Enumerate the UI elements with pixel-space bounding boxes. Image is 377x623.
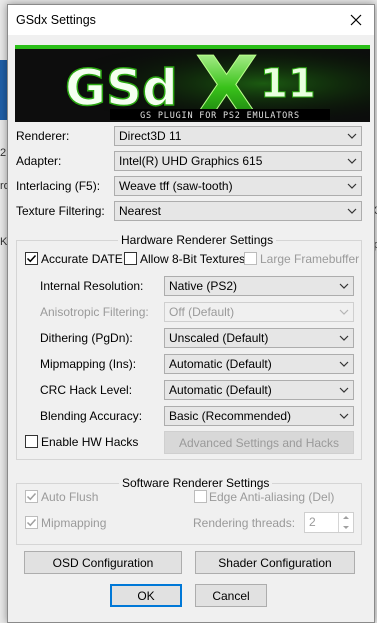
crc-hack-level-value: Automatic (Default) (169, 383, 272, 397)
logo-version-text: 11 (260, 61, 316, 107)
edge-anti-aliasing-checkbox[interactable] (194, 490, 207, 503)
software-renderer-group-title: Software Renderer Settings (119, 476, 273, 490)
accurate-date-label: Accurate DATE (41, 252, 123, 266)
anisotropic-filtering-select[interactable]: Off (Default) (164, 302, 354, 322)
hardware-renderer-group-title: Hardware Renderer Settings (118, 233, 277, 247)
interlacing-value: Weave tff (saw-tooth) (119, 179, 233, 193)
ok-button[interactable]: OK (110, 584, 182, 607)
internal-resolution-label: Internal Resolution: (40, 279, 144, 293)
gsdx-settings-dialog: GSdx Settings GSd X 11 GS PLUGIN FOR PS2… (7, 4, 375, 623)
renderer-select[interactable]: Direct3D 11 (114, 126, 362, 146)
adapter-label: Adapter: (16, 154, 62, 168)
anisotropic-filtering-label: Anisotropic Filtering: (40, 305, 149, 319)
interlacing-select[interactable]: Weave tff (saw-tooth) (114, 176, 362, 196)
gsdx-logo-image: GSd X 11 GS PLUGIN FOR PS2 EMULATORS (15, 45, 370, 122)
chevron-down-icon (339, 283, 349, 289)
hardware-renderer-group (16, 240, 362, 460)
logo-main-text: GSd (65, 59, 178, 117)
chevron-down-icon (339, 309, 349, 315)
gsdx-logo-banner: GSd X 11 GS PLUGIN FOR PS2 EMULATORS (15, 45, 370, 122)
blending-accuracy-label: Blending Accuracy: (40, 409, 143, 423)
dithering-label: Dithering (PgDn): (40, 331, 133, 345)
texture-filtering-label: Texture Filtering: (16, 204, 105, 218)
internal-resolution-select[interactable]: Native (PS2) (164, 276, 354, 296)
title-bar[interactable]: GSdx Settings (8, 5, 374, 35)
crc-hack-level-select[interactable]: Automatic (Default) (164, 380, 354, 400)
enable-hw-hacks-checkbox[interactable] (25, 435, 38, 448)
background-text: 2 (0, 147, 7, 159)
rendering-threads-label: Rendering threads: (193, 516, 296, 530)
mipmapping-sw-label: Mipmapping (41, 516, 107, 530)
spinner-up-icon (343, 516, 349, 519)
chevron-down-icon (339, 335, 349, 341)
large-framebuffer-label: Large Framebuffer (260, 252, 360, 266)
adapter-select[interactable]: Intel(R) UHD Graphics 615 (114, 151, 362, 171)
auto-flush-checkbox[interactable] (25, 490, 38, 503)
chevron-down-icon (339, 361, 349, 367)
texture-filtering-value: Nearest (119, 204, 162, 218)
chevron-down-icon (347, 183, 357, 189)
enable-hw-hacks-label: Enable HW Hacks (41, 435, 139, 449)
dithering-select[interactable]: Unscaled (Default) (164, 328, 354, 348)
checkmark-icon (26, 254, 37, 263)
internal-resolution-value: Native (PS2) (169, 279, 238, 293)
crc-hack-level-label: CRC Hack Level: (40, 383, 133, 397)
anisotropic-filtering-value: Off (Default) (169, 305, 235, 319)
mipmapping-hw-label: Mipmapping (Ins): (40, 357, 137, 371)
close-icon (350, 14, 362, 26)
logo-tagline-text: GS PLUGIN FOR PS2 EMULATORS (140, 111, 300, 121)
edge-anti-aliasing-label: Edge Anti-aliasing (Del) (209, 490, 335, 504)
chevron-down-icon (347, 133, 357, 139)
allow-8bit-textures-checkbox[interactable] (124, 252, 137, 265)
blending-accuracy-value: Basic (Recommended) (169, 409, 292, 423)
mipmapping-hw-select[interactable]: Automatic (Default) (164, 354, 354, 374)
chevron-down-icon (339, 387, 349, 393)
chevron-down-icon (339, 413, 349, 419)
close-button[interactable] (338, 5, 374, 35)
rendering-threads-spinner[interactable]: 2 (304, 512, 354, 533)
interlacing-label: Interlacing (F5): (16, 179, 101, 193)
large-framebuffer-checkbox[interactable] (244, 252, 257, 265)
renderer-label: Renderer: (16, 129, 70, 143)
accurate-date-checkbox[interactable] (25, 252, 38, 265)
renderer-value: Direct3D 11 (119, 129, 182, 143)
texture-filtering-select[interactable]: Nearest (114, 201, 362, 221)
cancel-button[interactable]: Cancel (195, 584, 267, 607)
blending-accuracy-select[interactable]: Basic (Recommended) (164, 406, 354, 426)
adapter-value: Intel(R) UHD Graphics 615 (119, 154, 263, 168)
rendering-threads-value: 2 (309, 515, 316, 529)
shader-configuration-button[interactable]: Shader Configuration (195, 551, 355, 574)
allow-8bit-textures-label: Allow 8-Bit Textures (140, 252, 246, 266)
chevron-down-icon (347, 208, 357, 214)
mipmapping-sw-checkbox[interactable] (25, 516, 38, 529)
checkmark-icon (26, 518, 37, 527)
dithering-value: Unscaled (Default) (169, 331, 269, 345)
spinner-down-icon (343, 526, 349, 529)
checkmark-icon (26, 492, 37, 501)
chevron-down-icon (347, 158, 357, 164)
auto-flush-label: Auto Flush (41, 490, 99, 504)
osd-configuration-button[interactable]: OSD Configuration (24, 551, 182, 574)
mipmapping-hw-value: Automatic (Default) (169, 357, 272, 371)
spinner-buttons[interactable] (338, 513, 353, 532)
window-title: GSdx Settings (16, 13, 96, 27)
advanced-settings-button[interactable]: Advanced Settings and Hacks (164, 431, 354, 454)
